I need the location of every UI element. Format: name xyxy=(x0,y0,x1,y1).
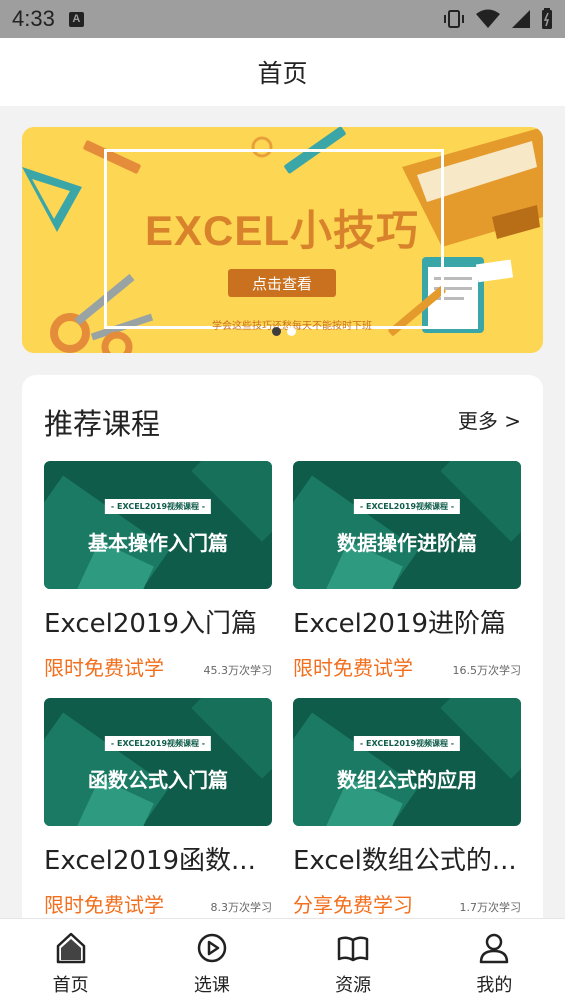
vibrate-icon xyxy=(444,10,464,28)
tab-label: 我的 xyxy=(476,975,513,996)
course-tag: - EXCEL2019视频课程 - xyxy=(353,736,461,751)
more-link[interactable]: 更多 > xyxy=(458,405,521,434)
tab-resources[interactable]: 资源 xyxy=(283,919,424,1004)
course-thumb-title: 数组公式的应用 xyxy=(337,768,477,792)
tab-home[interactable]: 首页 xyxy=(0,919,141,1004)
banner-dot[interactable] xyxy=(287,327,296,336)
status-icons xyxy=(443,8,553,30)
banner-title: EXCEL小技巧 xyxy=(144,207,420,254)
course-tag: - EXCEL2019视频课程 - xyxy=(104,736,212,751)
course-thumbnail[interactable]: - EXCEL2019视频课程 - 基本操作入门篇 xyxy=(44,461,272,589)
course-count: 8.3万次学习 xyxy=(210,901,273,914)
course-thumbnail[interactable]: - EXCEL2019视频课程 - 数据操作进阶篇 xyxy=(293,461,521,589)
course-card[interactable]: - EXCEL2019视频课程 - 函数公式入门篇 Excel2019函数...… xyxy=(44,698,272,918)
home-icon xyxy=(56,932,85,964)
course-promo: 限时免费试学 xyxy=(44,656,164,680)
course-promo: 限时免费试学 xyxy=(293,656,413,680)
notification-a-icon: A xyxy=(68,11,84,27)
tab-profile[interactable]: 我的 xyxy=(424,919,565,1004)
course-thumb-title: 基本操作入门篇 xyxy=(88,531,228,555)
course-meta: 限时免费试学 45.3万次学习 xyxy=(44,652,272,681)
book-icon xyxy=(337,936,369,962)
banner-view-button[interactable]: 点击查看 xyxy=(228,269,336,297)
status-time: 4:33 xyxy=(12,6,55,31)
course-card[interactable]: - EXCEL2019视频课程 - 数组公式的应用 Excel数组公式的... … xyxy=(293,698,521,918)
wifi-icon xyxy=(476,9,500,28)
tab-courses[interactable]: 选课 xyxy=(141,919,282,1004)
course-promo: 限时免费试学 xyxy=(44,893,164,917)
course-name: Excel2019函数... xyxy=(44,846,256,876)
course-meta: 限时免费试学 8.3万次学习 xyxy=(44,889,272,918)
tab-label: 选课 xyxy=(193,975,230,996)
course-name: Excel数组公式的... xyxy=(293,846,517,876)
course-card[interactable]: - EXCEL2019视频课程 - 基本操作入门篇 Excel2019入门篇 限… xyxy=(44,461,272,681)
tab-label: 资源 xyxy=(335,975,372,996)
course-tag: - EXCEL2019视频课程 - xyxy=(353,499,461,514)
course-count: 16.5万次学习 xyxy=(452,664,522,677)
course-count: 1.7万次学习 xyxy=(459,901,522,914)
battery-icon xyxy=(542,8,552,29)
status-bar: 4:33 A xyxy=(0,0,565,38)
bottom-tab-bar: 首页 选课 资源 我的 xyxy=(0,918,565,1004)
page-title: 首页 xyxy=(257,59,308,88)
course-tag: - EXCEL2019视频课程 - xyxy=(104,499,212,514)
play-circle-icon xyxy=(197,933,227,963)
course-meta: 限时免费试学 16.5万次学习 xyxy=(293,652,521,681)
course-meta: 分享免费学习 1.7万次学习 xyxy=(293,889,521,918)
signal-icon xyxy=(512,10,530,28)
course-thumb-title: 数据操作进阶篇 xyxy=(337,531,477,555)
tab-label: 首页 xyxy=(52,975,89,996)
banner[interactable]: EXCEL小技巧 点击查看 学会这些技巧还愁每天不能按时下班 xyxy=(22,127,543,353)
course-promo: 分享免费学习 xyxy=(293,893,413,917)
course-thumbnail[interactable]: - EXCEL2019视频课程 - 数组公式的应用 xyxy=(293,698,521,826)
course-name: Excel2019入门篇 xyxy=(44,609,258,639)
course-name: Excel2019进阶篇 xyxy=(293,609,507,639)
banner-pagination xyxy=(272,327,296,336)
course-thumbnail[interactable]: - EXCEL2019视频课程 - 函数公式入门篇 xyxy=(44,698,272,826)
course-count: 45.3万次学习 xyxy=(203,664,273,677)
section-title: 推荐课程 xyxy=(44,407,161,441)
recommend-section: 推荐课程 更多 > - EXCEL2019视频课程 - 基本操作入门篇 Exce… xyxy=(22,375,543,935)
banner-dot-active[interactable] xyxy=(272,327,281,336)
app-header: 首页 xyxy=(0,38,565,106)
course-thumb-title: 函数公式入门篇 xyxy=(88,768,228,792)
course-card[interactable]: - EXCEL2019视频课程 - 数据操作进阶篇 Excel2019进阶篇 限… xyxy=(293,461,521,681)
user-icon xyxy=(480,933,509,964)
